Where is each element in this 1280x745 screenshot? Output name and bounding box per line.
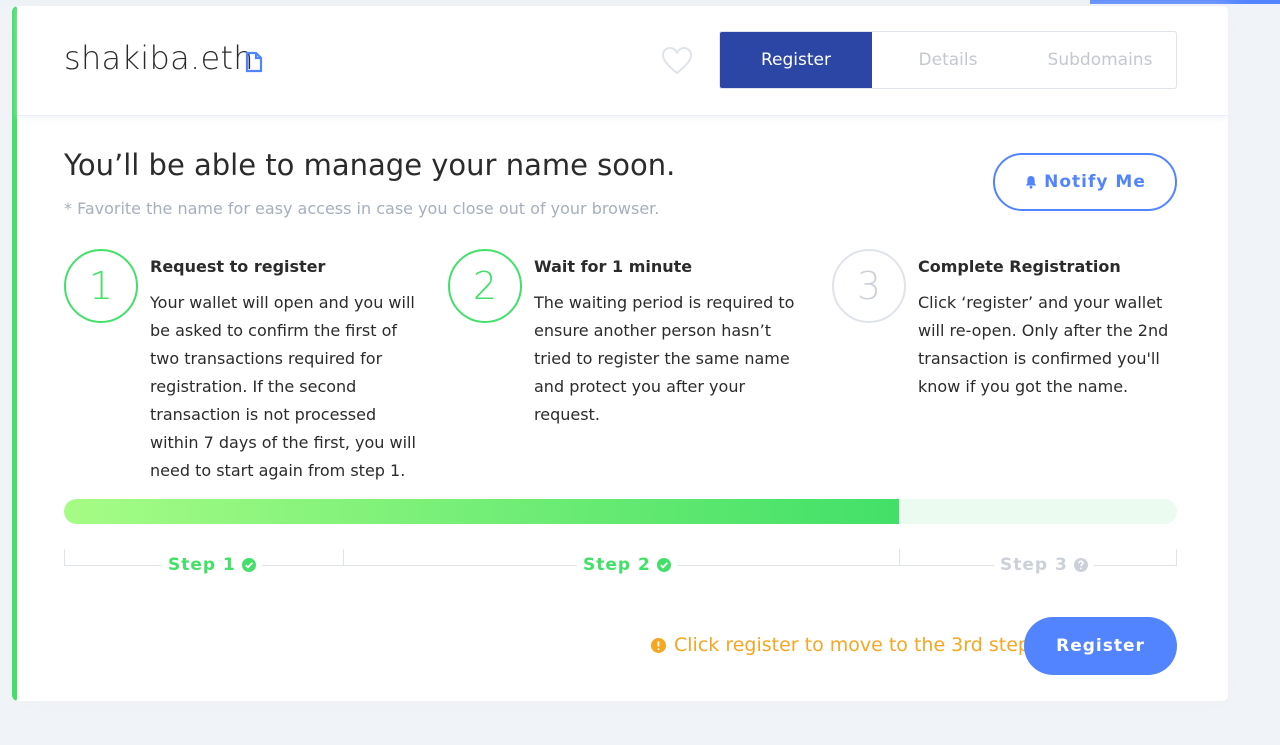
top-accent-bar bbox=[1090, 0, 1280, 4]
name-header: shakiba.eth Register Details Subdomains bbox=[17, 6, 1228, 116]
tab-details[interactable]: Details bbox=[872, 32, 1024, 88]
timeline-tick bbox=[1176, 549, 1177, 566]
timeline-step-2: Step 2 bbox=[577, 555, 677, 575]
timeline-step-label: Step 3 bbox=[1000, 555, 1068, 575]
tab-register[interactable]: Register bbox=[720, 32, 872, 88]
step-number-2: 2 bbox=[448, 249, 522, 323]
name-tabs: Register Details Subdomains bbox=[719, 31, 1177, 89]
step-number-3: 3 bbox=[832, 249, 906, 323]
question-circle-icon bbox=[1073, 558, 1088, 572]
tab-subdomains[interactable]: Subdomains bbox=[1024, 32, 1176, 88]
timeline-tick bbox=[64, 549, 65, 566]
step-description: Click ‘register’ and your wallet will re… bbox=[918, 293, 1169, 396]
heart-icon[interactable] bbox=[660, 44, 694, 78]
step-description: Your wallet will open and you will be as… bbox=[150, 293, 416, 480]
document-icon[interactable] bbox=[245, 51, 263, 73]
notify-me-button[interactable]: Notify Me bbox=[993, 153, 1177, 211]
timeline-step-label: Step 2 bbox=[583, 555, 651, 575]
timeline-step-3: Step 3 bbox=[994, 555, 1094, 575]
register-hint-text: Click register to move to the 3rd step bbox=[674, 634, 1030, 656]
step-title: Complete Registration bbox=[918, 257, 1121, 276]
step-title: Request to register bbox=[150, 257, 326, 276]
check-circle-icon bbox=[656, 558, 671, 572]
favorite-note: * Favorite the name for easy access in c… bbox=[64, 199, 660, 218]
name-card: shakiba.eth Register Details Subdomains … bbox=[12, 6, 1228, 701]
domain-name: shakiba.eth bbox=[64, 39, 254, 77]
step-timeline: Step 1 Step 2 Step 3 bbox=[64, 549, 1177, 589]
step-title: Wait for 1 minute bbox=[534, 257, 693, 276]
check-circle-icon bbox=[241, 558, 256, 572]
manage-title: You’ll be able to manage your name soon. bbox=[64, 148, 676, 182]
exclamation-circle-icon bbox=[651, 637, 666, 653]
timeline-tick bbox=[899, 549, 900, 566]
progress-bar bbox=[64, 499, 1177, 524]
register-hint: Click register to move to the 3rd step bbox=[651, 634, 1030, 656]
notify-me-label: Notify Me bbox=[1044, 172, 1146, 192]
register-button[interactable]: Register bbox=[1024, 617, 1177, 675]
timeline-tick bbox=[343, 549, 344, 566]
step-number-1: 1 bbox=[64, 249, 138, 323]
bell-icon bbox=[1025, 176, 1037, 189]
timeline-step-label: Step 1 bbox=[168, 555, 236, 575]
progress-fill bbox=[64, 499, 899, 524]
timeline-step-1: Step 1 bbox=[162, 555, 262, 575]
step-description: The waiting period is required to ensure… bbox=[534, 293, 795, 424]
